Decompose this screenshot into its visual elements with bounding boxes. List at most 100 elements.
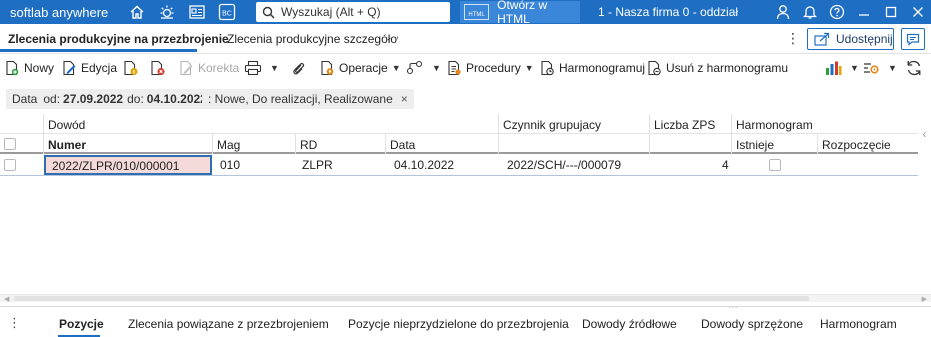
- news-icon[interactable]: [182, 0, 212, 24]
- cell-grouping-factor[interactable]: 2022/SCH/---/000079: [507, 158, 621, 172]
- date-to-label: do:: [127, 92, 144, 106]
- column-header-exists[interactable]: Istnieje: [736, 138, 774, 152]
- date-filter-label: Data: [12, 92, 38, 106]
- date-to-value: 04.10.2022: [146, 92, 207, 106]
- date-filter-chip[interactable]: Data od: 27.09.2022 do: 04.10.2022: [6, 89, 217, 109]
- selected-cell-number[interactable]: 2022/ZLPR/010/000001: [44, 155, 212, 175]
- scroll-left-icon[interactable]: ◀: [4, 295, 9, 303]
- tab-changeover-orders[interactable]: Zlecenia produkcyjne na przezbrojenie: [8, 32, 229, 46]
- bell-icon[interactable]: [796, 0, 823, 24]
- cell-exists-checkbox[interactable]: [769, 159, 781, 171]
- date-from-label: od:: [43, 92, 61, 106]
- refresh-button[interactable]: [905, 58, 927, 78]
- minimize-icon[interactable]: [850, 0, 877, 24]
- edit-label: Edycja: [81, 61, 118, 75]
- document-tabs: Zlecenia produkcyjne na przezbrojenie Zl…: [0, 24, 931, 54]
- column-divider: [817, 134, 818, 154]
- date-from-value: 27.09.2022: [63, 92, 124, 106]
- sun-icon[interactable]: [152, 0, 182, 24]
- new-doc-icon: [6, 60, 19, 76]
- new-button[interactable]: Nowy: [4, 58, 54, 78]
- status-filter-chip[interactable]: : Nowe, Do realizacji, Realizowane ×: [202, 89, 414, 109]
- orders-grid: Dowód Czynnik grupujacy Liczba ZPS Harmo…: [0, 114, 931, 292]
- company-selector[interactable]: 1 - Nasza firma 0 - oddział: [598, 0, 738, 24]
- column-header-mag[interactable]: Mag: [217, 138, 240, 152]
- cell-mag[interactable]: 010: [220, 158, 240, 172]
- open-in-html-button[interactable]: HTML Otwórz w HTML: [460, 0, 580, 26]
- operations-label: Operacje: [339, 61, 388, 75]
- chevron-down-icon: ▼: [888, 63, 897, 73]
- remove-from-schedule-button[interactable]: Usuń z harmonogramu: [646, 58, 788, 78]
- top-right-icons: [769, 0, 931, 24]
- home-icon[interactable]: [122, 0, 152, 24]
- procedures-button[interactable]: Procedury ▼: [446, 58, 534, 78]
- chevron-down-icon: ▼: [432, 63, 441, 73]
- cell-rd[interactable]: ZLPR: [302, 158, 333, 172]
- column-header-start[interactable]: Rozpoczęcie: [822, 138, 891, 152]
- search-icon: [262, 6, 275, 19]
- select-all-checkbox[interactable]: [4, 138, 16, 150]
- column-header-number[interactable]: Numer: [48, 138, 86, 152]
- row-checkbox[interactable]: [4, 159, 16, 171]
- search-placeholder: Wyszukaj (Alt + Q): [281, 5, 381, 19]
- column-divider: [295, 134, 296, 154]
- chat-icon: [906, 33, 920, 46]
- tab-linked-documents[interactable]: Dowody sprzężone: [701, 317, 803, 331]
- column-header-rd[interactable]: RD: [300, 138, 317, 152]
- bar-chart-icon: [826, 61, 842, 75]
- cancel-doc-icon: [151, 60, 165, 76]
- operations-button[interactable]: Operacje ▼: [319, 58, 401, 78]
- chevron-left-icon[interactable]: ‹: [918, 114, 931, 154]
- tab-related-orders[interactable]: Zlecenia powiązane z przezbrojeniem: [128, 317, 329, 331]
- attachment-button[interactable]: [290, 58, 310, 78]
- schedule-button[interactable]: Harmonogramuj: [539, 58, 645, 78]
- schedule-label: Harmonogramuj: [559, 61, 646, 75]
- settings-button[interactable]: ▼: [862, 58, 897, 78]
- bc-icon[interactable]: BC: [212, 0, 242, 24]
- tab-detailed-orders[interactable]: Zlecenia produkcyjne szczegółowe: [227, 32, 398, 46]
- maximize-icon[interactable]: [877, 0, 904, 24]
- workflow-button[interactable]: ▼: [406, 58, 441, 78]
- share-icon: [814, 32, 830, 46]
- scrollbar-thumb[interactable]: [14, 296, 809, 301]
- column-divider: [212, 134, 213, 154]
- scroll-right-icon[interactable]: ▶: [922, 295, 927, 303]
- column-header-date[interactable]: Data: [390, 138, 415, 152]
- info-doc-button[interactable]: [122, 58, 144, 78]
- correction-button[interactable]: Korekta: [178, 58, 239, 78]
- correction-label: Korekta: [198, 61, 240, 75]
- share-button[interactable]: Udostępnij: [807, 28, 894, 50]
- bc-label: BC: [222, 11, 232, 18]
- cancel-doc-button[interactable]: [149, 58, 171, 78]
- group-header-zps-count: Liczba ZPS: [654, 118, 716, 132]
- procedures-icon: [448, 60, 461, 76]
- remove-schedule-label: Usuń z harmonogramu: [666, 61, 789, 75]
- cell-zps-count[interactable]: 4: [722, 158, 729, 172]
- tab-positions[interactable]: Pozycje: [59, 317, 104, 331]
- schedule-icon: [541, 60, 554, 76]
- edit-button[interactable]: Edycja: [61, 58, 117, 78]
- clear-filter-icon[interactable]: ×: [401, 92, 408, 106]
- tabs-more-icon[interactable]: ⋮: [786, 30, 800, 47]
- correction-icon: [180, 60, 193, 76]
- detail-tabs-more-icon[interactable]: ⋮: [8, 315, 21, 331]
- tab-source-documents[interactable]: Dowody źródłowe: [582, 317, 677, 331]
- user-icon[interactable]: [769, 0, 796, 24]
- horizontal-scrollbar[interactable]: ◀ ▶: [0, 294, 931, 303]
- close-icon[interactable]: [904, 0, 931, 24]
- detail-tabs: ⋮ Pozycje Zlecenia powiązane z przezbroj…: [0, 306, 931, 337]
- print-button[interactable]: ▼: [244, 58, 279, 78]
- group-header-grouping-factor: Czynnik grupujacy: [503, 118, 602, 132]
- search-input[interactable]: Wyszukaj (Alt + Q): [256, 2, 450, 22]
- chevron-down-icon: ▼: [850, 63, 859, 73]
- html-icon: HTML: [464, 4, 490, 20]
- grid-column-header: Numer Mag RD Data Istnieje Rozpoczęcie: [0, 134, 918, 154]
- table-row[interactable]: 2022/ZLPR/010/000001 010 ZLPR 04.10.2022…: [0, 154, 918, 176]
- chart-button[interactable]: ▼: [824, 58, 859, 78]
- cell-date[interactable]: 04.10.2022: [394, 158, 454, 172]
- tab-schedule[interactable]: Harmonogram: [820, 317, 897, 331]
- help-icon[interactable]: [823, 0, 850, 24]
- tab-unassigned-positions[interactable]: Pozycje nieprzydzielone do przezbrojenia: [348, 317, 569, 331]
- brand-logo: softlab anywhere: [10, 4, 109, 20]
- chat-button[interactable]: [901, 28, 925, 50]
